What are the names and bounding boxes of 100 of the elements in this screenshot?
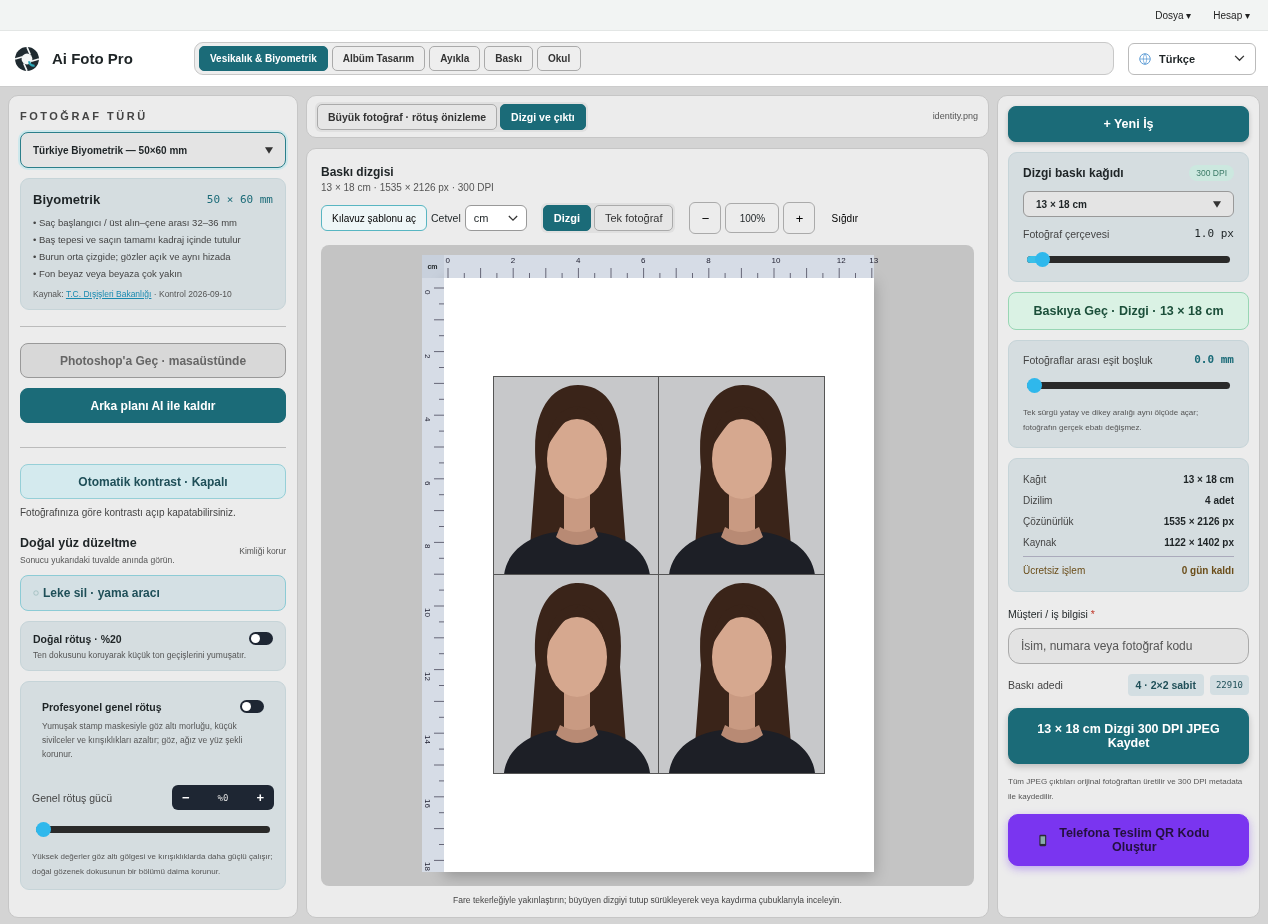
increase-button[interactable]: +: [250, 790, 270, 805]
stat-value: 1535 × 2126 px: [1163, 516, 1234, 527]
ruler-number: 13: [869, 256, 879, 265]
phone-icon: [1039, 833, 1047, 847]
chevron-down-icon: [1234, 55, 1245, 62]
save-note: Tüm JPEG çıktıları orijinal fotoğraftan üretilir ve 300 DPI metadata ile kaydedilir.: [1008, 776, 1244, 803]
source-note: Kaynak: T.C. Dışişleri Bakanlığı · Kontrol 2026-09-10: [33, 289, 233, 299]
copies-badge: 4 · 2×2 sabit: [1127, 674, 1204, 696]
save-jpeg-button[interactable]: 13 × 18 cm Dizgi 300 DPI JPEG Kaydet: [1008, 708, 1249, 764]
patch-tool-button[interactable]: Leke sil · yama aracı: [20, 575, 286, 611]
menu-item[interactable]: Hesap ▾: [1213, 9, 1250, 21]
nav-tab[interactable]: Baskı: [484, 46, 533, 71]
card-description: Ten dokusunu koruyarak küçük ton geçişlerini yumuşatır.: [33, 650, 248, 660]
card-description: Yumuşak stamp maskesiyle göz altı morluğu, küçük sivilceler ve kırışıklıkları azaltır; göz, ağız ve yüz şekli korunur.: [42, 720, 244, 761]
nav-tab[interactable]: Albüm Tasarım: [331, 46, 426, 71]
face-subtitle: Sonucu yukarıdaki tuvalde anında görün.: [20, 555, 175, 565]
stat-value: 1122 × 1402 px: [1164, 537, 1234, 548]
toggle-switch[interactable]: [240, 700, 264, 713]
chevron-down-icon: [507, 214, 518, 222]
auto-contrast-button[interactable]: Otomatik kontrast · Kapalı: [20, 464, 286, 499]
print-button[interactable]: Baskıya Geç · Dizgi · 13 × 18 cm: [1008, 292, 1249, 330]
new-job-button[interactable]: + Yeni İş: [1008, 106, 1249, 142]
spec-title: Biyometrik: [33, 192, 101, 207]
remove-background-button[interactable]: Arka planı AI ile kaldır: [20, 388, 286, 423]
frame-value: 1.0 px: [1194, 227, 1234, 240]
ruler-number: 8: [422, 544, 432, 549]
face-title: Doğal yüz düzeltme: [20, 536, 138, 550]
slider[interactable]: [1027, 378, 1230, 393]
ruler-number: 2: [510, 256, 516, 265]
canvas-hint: Fare tekerleğiyle yakınlaştırın; büyüyen dizgiyi tutup sürükleyerek veya kaydırma çubuklarıyla inceleyin.: [452, 895, 843, 905]
view-tab[interactable]: Büyük fotoğraf · rötuş önizleme: [317, 103, 498, 130]
spec-size: 50 × 60 mm: [206, 193, 273, 206]
ruler-number: 4: [422, 417, 432, 422]
slider[interactable]: [36, 822, 270, 837]
camera-aperture-icon: [14, 45, 40, 72]
strength-note: Yüksek değerler göz altı gölgesi ve kırışıklıklarda daha güçlü çalışır; doğal gözenek dokusunun bir bölümü daima korunur.: [32, 851, 274, 878]
customer-label: Müşteri / iş bilgisi *: [1008, 608, 1096, 620]
ruler-number: 6: [641, 256, 646, 265]
fit-button[interactable]: Sığdır: [825, 211, 865, 225]
job-code: 22910: [1209, 675, 1249, 695]
caret-icon: [265, 146, 273, 154]
stat-label: Çözünürlük: [1023, 516, 1074, 527]
ruler-number: 2: [422, 353, 432, 359]
stat-label: Kağıt: [1023, 474, 1047, 485]
ruler-number: 12: [422, 671, 432, 681]
section-title: FOTOĞRAF TÜRÜ: [20, 110, 149, 122]
view-tab[interactable]: Dizgi ve çıktı: [500, 103, 586, 130]
spacing-value: 0.0 mm: [1194, 353, 1234, 366]
dpi-badge: 300 DPI: [1189, 165, 1234, 181]
stat-label: Kaynak: [1023, 537, 1057, 548]
decrease-button[interactable]: −: [176, 790, 196, 805]
spec-rule: • Fon beyaz veya beyaza çok yakın: [33, 268, 184, 279]
globe-icon: [1139, 52, 1151, 65]
spacing-label: Fotoğraflar arası eşit boşluk: [1023, 353, 1153, 366]
file-name: identity.png: [932, 110, 978, 123]
ruler-number: 10: [422, 608, 432, 617]
ruler-number: 14: [422, 735, 432, 745]
spec-rule: • Saç başlangıcı / üst alın–çene arası 32–36 mm: [33, 217, 238, 228]
panel-title: Baskı dizgisi: [321, 165, 395, 179]
copies-label: Baskı adedi: [1008, 679, 1064, 691]
ruler-number: 16: [422, 798, 432, 808]
ruler-number: 0: [422, 290, 432, 295]
ruler-number: 12: [836, 256, 846, 265]
strength-label: Genel rötuş gücü: [32, 791, 112, 804]
app-name: Ai Foto Pro: [52, 50, 133, 67]
template-button[interactable]: Kılavuz şablonu aç: [321, 205, 427, 231]
card-title: Doğal rötuş · %20: [33, 632, 122, 645]
spec-rule: • Baş tepesi ve saçın tamamı kadraj içinde tutulur: [33, 234, 242, 245]
circle-icon: [33, 590, 39, 596]
stat-label: Dizilim: [1023, 495, 1053, 506]
mode-tab[interactable]: Tek fotoğraf: [594, 205, 674, 231]
photo-type-select[interactable]: Türkiye Biyometrik — 50×60 mm: [20, 132, 286, 168]
ruler-label: Cetvel: [430, 212, 461, 224]
stat-value: 0 gün kaldı: [1181, 565, 1234, 576]
ruler-number: 8: [706, 256, 711, 265]
paper-select[interactable]: 13 × 18 cm: [1023, 191, 1234, 217]
stat-value: 13 × 18 cm: [1183, 474, 1234, 485]
slider[interactable]: [1027, 252, 1230, 267]
stat-value: 4 adet: [1205, 495, 1234, 506]
spacing-note: Tek sürgü yatay ve dikey aralığı aynı ölçüde açar; fotoğrafın gerçek ebatı değişmez.: [1023, 407, 1200, 434]
customer-input[interactable]: İsim, numara veya fotoğraf kodu: [1008, 628, 1249, 664]
stat-label: Ücretsiz işlem: [1023, 565, 1086, 576]
contrast-note: Fotoğrafınıza göre kontrastı açıp kapatabilirsiniz.: [20, 507, 237, 518]
toggle-switch[interactable]: [249, 632, 273, 645]
strength-value: %0: [217, 792, 229, 803]
nav-tab[interactable]: Vesikalık & Biyometrik: [199, 46, 328, 71]
card-title: Profesyonel genel rötuş: [42, 700, 162, 713]
zoom-in-button[interactable]: +: [783, 202, 816, 234]
mode-tab[interactable]: Dizgi: [542, 205, 591, 231]
nav-tab[interactable]: Ayıkla: [429, 46, 481, 71]
spec-rule: • Burun orta çizgide; gözler açık ve aynı hizada: [33, 251, 232, 262]
zoom-value: 100%: [725, 203, 780, 233]
menu-item[interactable]: Dosya ▾: [1155, 9, 1192, 21]
nav-tab[interactable]: Okul: [537, 46, 582, 71]
card-title: Dizgi baskı kağıdı: [1023, 166, 1124, 180]
ruler-number: 4: [575, 256, 581, 265]
language-select[interactable]: Türkçe: [1128, 42, 1256, 75]
unit-select[interactable]: cm: [464, 205, 527, 231]
zoom-out-button[interactable]: −: [689, 202, 722, 234]
ruler-number: 6: [422, 480, 432, 486]
